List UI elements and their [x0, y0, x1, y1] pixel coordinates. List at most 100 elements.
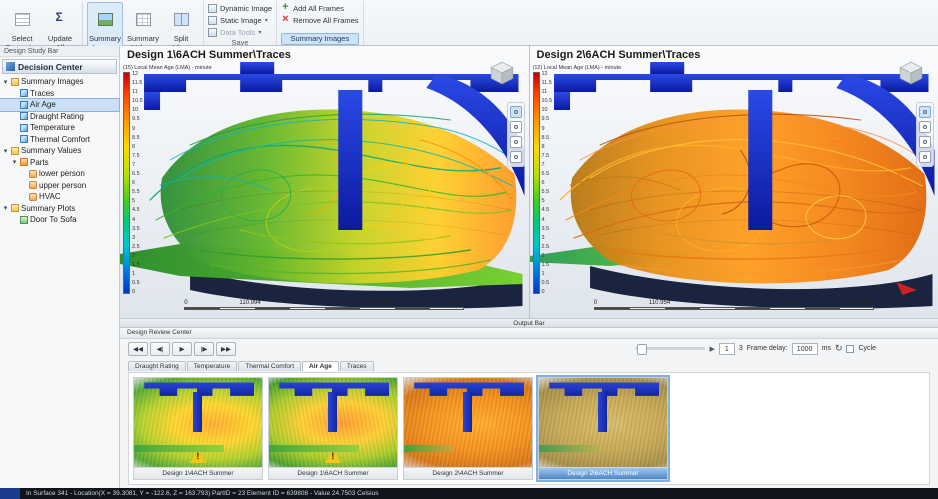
legend-tick: 12: [132, 72, 143, 78]
zoom-icon[interactable]: [510, 136, 522, 148]
tree-item[interactable]: Thermal Comfort: [0, 134, 119, 146]
legend-tick: 9.5: [542, 117, 553, 123]
pan-icon[interactable]: [919, 121, 931, 133]
orbit-icon[interactable]: [919, 106, 931, 118]
output-bar[interactable]: Output Bar: [120, 318, 938, 328]
data-tools-button[interactable]: Data Tools ▾: [208, 27, 272, 38]
summary-images-icon: [98, 13, 113, 26]
frame-slider[interactable]: [635, 347, 705, 350]
tree-expand-arrow[interactable]: ▾: [2, 147, 9, 155]
remove-all-frames-label: Remove All Frames: [293, 16, 358, 25]
tree-item[interactable]: ▾ Summary Values: [0, 145, 119, 157]
frame-current-input[interactable]: 1: [719, 343, 735, 355]
select-scenarios-icon: [15, 13, 30, 26]
add-frames-icon: [281, 4, 290, 13]
orbit-icon[interactable]: [510, 106, 522, 118]
summary-image-viewports: Design 1\6ACH Summer\Traces: [120, 46, 938, 318]
frame-delay-input[interactable]: 1000: [792, 343, 818, 355]
decision-center-header[interactable]: Decision Center: [2, 59, 117, 74]
pan-icon[interactable]: [510, 121, 522, 133]
ribbon: Select Scenarios Update All Update Summa…: [0, 0, 938, 46]
main-area: Design 1\6ACH Summer\Traces: [120, 46, 938, 488]
data-tools-icon: [208, 28, 217, 37]
playback-button[interactable]: ◀◀: [128, 342, 148, 356]
tree-item[interactable]: HVAC: [0, 191, 119, 203]
scenario-thumbnail[interactable]: Design 1\4ACH Summer: [133, 377, 263, 480]
tree-item-label: Summary Images: [21, 77, 84, 86]
dynamic-image-button[interactable]: Dynamic Image: [208, 3, 272, 14]
cycle-checkbox[interactable]: [846, 345, 854, 353]
legend-tick: 3.5: [542, 227, 553, 233]
tree-expand-arrow[interactable]: ▾: [11, 158, 18, 166]
tree-item-icon: [20, 101, 28, 109]
tree-item[interactable]: Draught Rating: [0, 111, 119, 123]
scenario-thumbnail[interactable]: Design 1\6ACH Summer: [268, 377, 398, 480]
tree-item-label: Door To Sofa: [30, 215, 77, 224]
legend-tick: 2.5: [542, 245, 553, 251]
tree-item-icon: [20, 89, 28, 97]
tree-item[interactable]: ▾ Parts: [0, 157, 119, 169]
split-view-icon: [174, 13, 189, 26]
playback-controls: ◀◀◀|▶|▶▶▶ ▶ 1 3 Frame delay: 1000 ms ↻ C…: [120, 339, 938, 358]
zoom-icon[interactable]: [919, 136, 931, 148]
color-legend: (12) Local Mean Age (LMA) - minute 1211.…: [533, 65, 622, 296]
fit-view-icon[interactable]: [510, 151, 522, 163]
review-tab[interactable]: Traces: [340, 361, 374, 371]
tree-item-label: Parts: [30, 158, 49, 167]
tree-item-label: Air Age: [30, 100, 56, 109]
playback-button[interactable]: |▶: [194, 342, 214, 356]
legend-tick: 2: [542, 254, 553, 260]
thumbnail-caption: Design 1\6ACH Summer: [269, 467, 397, 479]
view-cube[interactable]: [898, 60, 924, 86]
review-tab[interactable]: Draught Rating: [128, 361, 186, 371]
scenario-thumbnail[interactable]: Design 2\4ACH Summer: [403, 377, 533, 480]
scenario-thumbnails: Design 1\4ACH Summer Design 1\6ACH Summe…: [128, 372, 930, 485]
tree-item[interactable]: ▾ Summary Plots: [0, 203, 119, 215]
playback-button[interactable]: ▶▶: [216, 342, 236, 356]
tree-item-label: Traces: [30, 89, 54, 98]
tree-item-icon: [20, 124, 28, 132]
dynamic-image-icon: [208, 4, 217, 13]
view-cube[interactable]: [489, 60, 515, 86]
tree-item[interactable]: lower person: [0, 168, 119, 180]
tree-item-icon: [20, 158, 28, 166]
tree-expand-arrow[interactable]: ▾: [2, 78, 9, 86]
tree-item[interactable]: Door To Sofa: [0, 214, 119, 226]
tree-item-label: Draught Rating: [30, 112, 84, 121]
static-image-dropdown-icon[interactable]: ▾: [265, 17, 268, 24]
legend-tick: 8: [542, 145, 553, 151]
static-image-button[interactable]: Static Image ▾: [208, 15, 272, 26]
loop-icon[interactable]: ↻: [835, 343, 843, 354]
ruler-label: 221.988: [369, 300, 391, 306]
thumbnail-column-shape: [463, 392, 472, 431]
playback-button[interactable]: ◀|: [150, 342, 170, 356]
ruler-label: 292.862: [852, 300, 874, 306]
remove-all-frames-button[interactable]: Remove All Frames: [281, 15, 358, 26]
tree-item[interactable]: ▾ Summary Images: [0, 76, 119, 88]
tree-item-icon: [20, 135, 28, 143]
dynamic-image-label: Dynamic Image: [220, 4, 272, 13]
tree-item-icon: [20, 216, 28, 224]
thumbnail-image: [539, 378, 667, 467]
review-tab[interactable]: Temperature: [187, 361, 238, 371]
legend-tick: 4: [132, 218, 143, 224]
tree-item[interactable]: Temperature: [0, 122, 119, 134]
next-frame-icon[interactable]: ▶: [709, 345, 714, 353]
tree-item[interactable]: Air Age: [0, 99, 119, 111]
review-tab[interactable]: Thermal Comfort: [238, 361, 301, 371]
thumbnail-image: [269, 378, 397, 467]
tree-expand-arrow[interactable]: ▾: [2, 204, 9, 212]
tree-item[interactable]: Traces: [0, 88, 119, 100]
static-image-label: Static Image: [220, 16, 262, 25]
scenario-thumbnail[interactable]: Design 2\6ACH Summer: [538, 377, 668, 480]
legend-tick: 10: [542, 108, 553, 114]
tree-item[interactable]: upper person: [0, 180, 119, 192]
fit-view-icon[interactable]: [919, 151, 931, 163]
thumbnail-caption: Design 2\4ACH Summer: [404, 467, 532, 479]
legend-tick: 11: [542, 90, 553, 96]
ribbon-caption-summary-images[interactable]: Summary Images: [281, 33, 358, 45]
add-all-frames-button[interactable]: Add All Frames: [281, 3, 358, 14]
review-tab[interactable]: Air Age: [302, 361, 339, 371]
tree-item-label: lower person: [39, 169, 85, 178]
playback-button[interactable]: ▶: [172, 342, 192, 356]
